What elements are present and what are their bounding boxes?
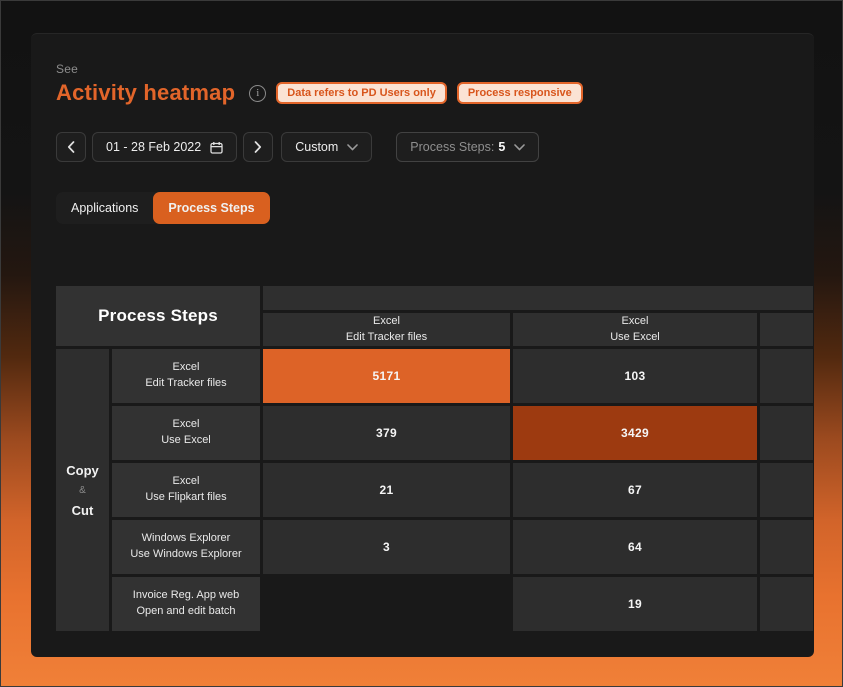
heatmap-cell-clipped[interactable] [760, 463, 813, 517]
process-steps-label: Process Steps:5 [410, 140, 505, 154]
date-range-label: 01 - 28 Feb 2022 [106, 140, 201, 154]
next-period-button[interactable] [243, 132, 273, 162]
heatmap-cell[interactable]: 3 [263, 520, 510, 574]
side-label-copy-cut: Copy & Cut [56, 349, 109, 631]
chevron-down-icon [347, 144, 358, 151]
heatmap-table: Process Steps Excel Edit Tracker files E… [56, 286, 813, 631]
heatmap-cell[interactable]: 379 [263, 406, 510, 460]
title-row: Activity heatmap i Data refers to PD Use… [56, 80, 814, 106]
granularity-value: Custom [295, 140, 338, 154]
heatmap-cell[interactable]: 64 [513, 520, 757, 574]
column-header-clipped [760, 313, 813, 346]
heatmap-cell[interactable]: 5171 [263, 349, 510, 403]
heatmap-cell-empty [263, 577, 510, 631]
date-range-button[interactable]: 01 - 28 Feb 2022 [92, 132, 237, 162]
prev-period-button[interactable] [56, 132, 86, 162]
chevron-left-icon [67, 141, 75, 153]
heatmap-cell[interactable]: 21 [263, 463, 510, 517]
granularity-select[interactable]: Custom [281, 132, 372, 162]
heatmap-cell-clipped[interactable] [760, 406, 813, 460]
heatmap-corner-header: Process Steps [56, 286, 260, 346]
row-label-use-windows-explorer: Windows ExplorerUse Windows Explorer [112, 520, 260, 574]
page-title: Activity heatmap [56, 80, 235, 106]
column-header-use-excel: Excel Use Excel [513, 313, 757, 346]
calendar-icon [210, 141, 223, 154]
process-steps-select[interactable]: Process Steps:5 [396, 132, 539, 162]
eyebrow-text: See [56, 62, 814, 76]
process-steps-count: 5 [498, 140, 505, 154]
view-tabs: Applications Process Steps [56, 192, 270, 224]
heatmap-cell[interactable]: 103 [513, 349, 757, 403]
page-background: See Activity heatmap i Data refers to PD… [0, 0, 843, 687]
badge-pd-users: Data refers to PD Users only [276, 82, 447, 104]
heatmap-top-strip [263, 286, 813, 310]
info-icon[interactable]: i [249, 85, 266, 102]
heatmap-cell-clipped[interactable] [760, 520, 813, 574]
heatmap-cell[interactable]: 3429 [513, 406, 757, 460]
toolbar: 01 - 28 Feb 2022 Custom [56, 132, 814, 162]
chevron-down-icon [514, 144, 525, 151]
heatmap-cell[interactable]: 19 [513, 577, 757, 631]
tab-process-steps[interactable]: Process Steps [153, 192, 269, 224]
row-label-use-excel: ExcelUse Excel [112, 406, 260, 460]
row-label-use-flipkart-files: ExcelUse Flipkart files [112, 463, 260, 517]
row-label-open-and-edit-batch: Invoice Reg. App webOpen and edit batch [112, 577, 260, 631]
row-label-edit-tracker-files: ExcelEdit Tracker files [112, 349, 260, 403]
heatmap-cell[interactable]: 67 [513, 463, 757, 517]
main-panel: See Activity heatmap i Data refers to PD… [31, 33, 814, 657]
column-header-edit-tracker-files: Excel Edit Tracker files [263, 313, 510, 346]
heatmap-cell-clipped[interactable] [760, 349, 813, 403]
heatmap-cell-clipped[interactable] [760, 577, 813, 631]
chevron-right-icon [254, 141, 262, 153]
badge-process-responsive: Process responsive [457, 82, 583, 104]
tab-applications[interactable]: Applications [56, 192, 153, 224]
